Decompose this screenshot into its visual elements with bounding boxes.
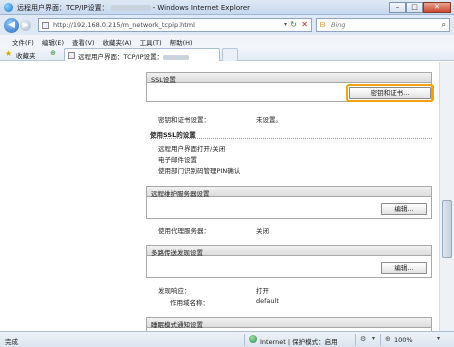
protected-mode-icon[interactable]: ⚙ — [360, 335, 366, 343]
zoom-dropdown-icon[interactable]: ▾ — [437, 335, 440, 342]
ssl-settings-panel: SSL设置 密钥和证书... — [146, 72, 434, 102]
multicast-edit-button[interactable]: 编辑... — [381, 262, 427, 274]
multicast-discovery-panel: 多路传送发现设置 编辑... — [146, 245, 432, 278]
tab-label: 远程用户界面：TCP/IP设置： — [78, 53, 164, 61]
proxy-server-label: 使用代理服务器： — [158, 227, 210, 235]
menu-edit[interactable]: 编辑(E) — [38, 35, 68, 47]
add-favorite-icon[interactable]: ⊕ — [48, 49, 58, 58]
internet-zone-icon — [249, 335, 257, 343]
left-navigation — [0, 62, 131, 331]
stop-icon[interactable]: ✕ — [301, 20, 308, 29]
back-button[interactable]: ◀ — [4, 18, 19, 33]
window-title: 远程用户界面：TCP/IP设置： - Windows Internet Explo… — [17, 4, 251, 12]
menu-tools[interactable]: 工具(T) — [136, 35, 166, 47]
zoom-level[interactable]: 100% — [394, 336, 413, 344]
url-text[interactable]: http://192.168.0.215/m_network_tcpip.htm… — [53, 21, 195, 29]
status-separator — [244, 334, 245, 346]
page-content: SSL设置 密钥和证书... 密钥和证书设置： 未设置。 使用SSL的设置 远程… — [0, 62, 439, 331]
sleep-mode-header: 睡眠模式通知设置 — [147, 318, 431, 329]
remote-maintenance-header: 远程维护服务器设置 — [147, 187, 431, 198]
search-input[interactable] — [331, 20, 431, 30]
ssl-use-item: 远程用户界面打开/关闭 — [158, 145, 226, 153]
vertical-scrollbar[interactable] — [439, 62, 454, 331]
status-text: 完成 — [5, 338, 18, 346]
favorites-bar: ★ 收藏夹 ⊕ 远程用户界面：TCP/IP设置： — [0, 47, 454, 61]
zoom-icon[interactable]: ⊕ — [385, 335, 391, 343]
redacted-text — [163, 54, 190, 60]
maximize-button[interactable]: □ — [406, 2, 423, 13]
status-separator — [355, 334, 356, 346]
address-bar: ◀ ▶ http://192.168.0.215/m_network_tcpip… — [0, 15, 454, 35]
close-button[interactable]: ✕ — [423, 2, 451, 13]
scroll-thumb[interactable] — [442, 200, 452, 258]
page-icon — [42, 22, 49, 29]
multicast-discovery-header: 多路传送发现设置 — [147, 246, 431, 257]
url-dropdown-icon[interactable]: ▾ — [284, 21, 287, 28]
menu-favorites[interactable]: 收藏夹(A) — [99, 35, 136, 47]
chevron-down-icon[interactable]: ▾ — [372, 335, 375, 342]
status-bar: 完成 Internet | 保护模式：启用 ⚙ ▾ ⊕ 100% ▾ — [0, 331, 454, 347]
new-tab-button[interactable] — [222, 48, 238, 61]
ssl-settings-header: SSL设置 — [147, 73, 431, 84]
discovery-response-value: 打开 — [256, 287, 269, 295]
status-separator — [380, 334, 381, 346]
url-field[interactable]: http://192.168.0.215/m_network_tcpip.htm… — [38, 18, 312, 32]
security-zone-text: Internet | 保护模式：启用 — [260, 338, 338, 346]
scope-name-label: 作用域名称： — [170, 299, 209, 307]
discovery-response-label: 发现响应： — [158, 287, 191, 295]
key-certificate-button[interactable]: 密钥和证书... — [349, 87, 431, 99]
ssl-use-item: 电子邮件设置 — [158, 156, 197, 164]
menu-help[interactable]: 帮助(H) — [166, 35, 197, 47]
menu-file[interactable]: 文件(F) — [8, 35, 38, 47]
tab-page-icon — [68, 52, 75, 59]
sleep-mode-panel: 睡眠模式通知设置 — [146, 317, 432, 331]
bing-icon: ᗷ — [320, 21, 326, 29]
ie-logo-icon — [4, 3, 13, 12]
proxy-server-value: 关闭 — [256, 227, 269, 235]
redacted-text — [110, 5, 151, 11]
remote-edit-button[interactable]: 编辑... — [381, 203, 427, 215]
search-box[interactable]: ᗷ ⌕ — [316, 18, 450, 32]
remote-maintenance-panel: 远程维护服务器设置 编辑... — [146, 186, 432, 219]
divider — [150, 138, 432, 139]
search-icon[interactable]: ⌕ — [442, 20, 446, 30]
title-bar: 远程用户界面：TCP/IP设置： - Windows Internet Explo… — [0, 0, 454, 15]
minimize-button[interactable]: – — [389, 2, 406, 13]
key-certificate-label: 密钥和证书设置： — [158, 116, 210, 124]
scope-name-value: default — [256, 297, 279, 305]
forward-button[interactable]: ▶ — [20, 20, 31, 31]
favorites-label[interactable]: 收藏夹 — [16, 50, 36, 60]
menu-view[interactable]: 查看(V) — [68, 35, 99, 47]
favorites-star-icon[interactable]: ★ — [5, 49, 12, 58]
browser-tab[interactable]: 远程用户界面：TCP/IP设置： — [64, 48, 220, 61]
key-certificate-value: 未设置。 — [256, 116, 282, 124]
ssl-use-item: 使用部门识别码管理PIN确认 — [158, 167, 241, 175]
menu-bar: 文件(F) 编辑(E) 查看(V) 收藏夹(A) 工具(T) 帮助(H) — [0, 35, 454, 47]
refresh-icon[interactable]: ↻ — [290, 20, 297, 29]
